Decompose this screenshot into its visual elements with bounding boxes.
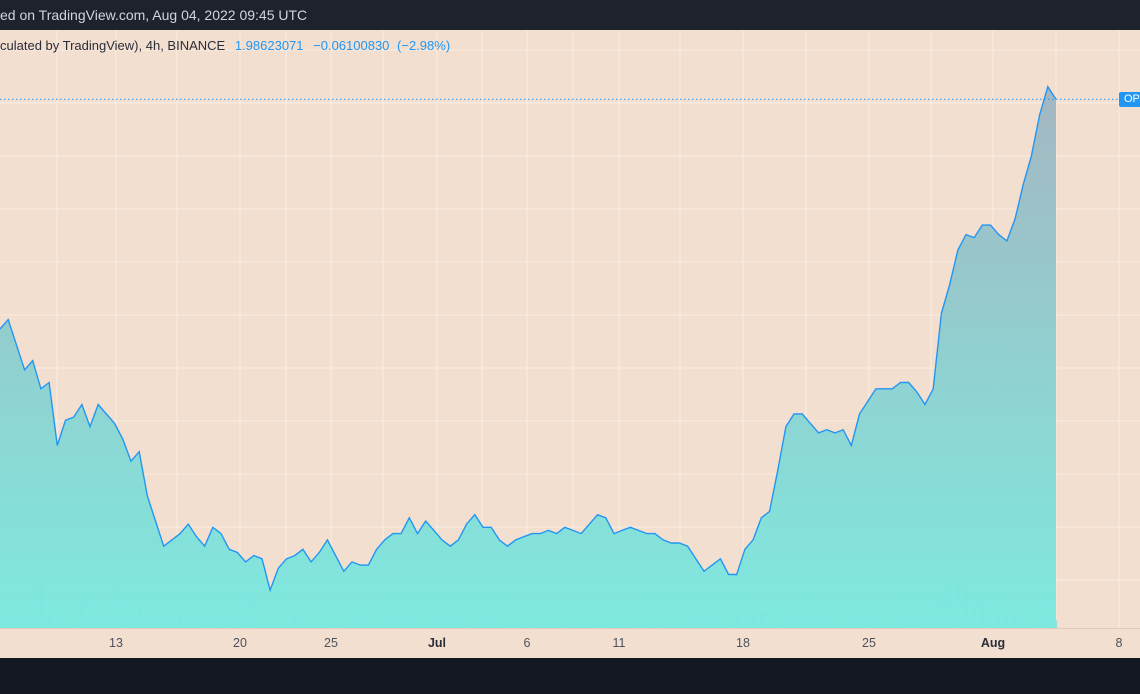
x-tick-label: 18 xyxy=(736,636,750,650)
x-tick-label: 8 xyxy=(1115,636,1123,650)
bottom-bar xyxy=(0,658,1140,694)
price-chart[interactable] xyxy=(0,30,1140,628)
published-caption: ed on TradingView.com, Aug 04, 2022 09:4… xyxy=(0,7,308,23)
x-tick-label: 6 xyxy=(523,636,531,650)
x-tick-label: 13 xyxy=(109,636,123,650)
symbol-description: culated by TradingView), 4h, BINANCE xyxy=(0,38,226,53)
price-change-value: −0.06100830 xyxy=(313,38,390,53)
x-tick-label: Aug xyxy=(980,636,1006,650)
x-tick-label: Jul xyxy=(427,636,447,650)
last-price-value: 1.98623071 xyxy=(234,38,304,53)
x-tick-label: 20 xyxy=(233,636,247,650)
top-bar: ed on TradingView.com, Aug 04, 2022 09:4… xyxy=(0,0,1140,30)
time-axis[interactable]: 13 20 25 Jul 6 11 18 25 Aug 8 xyxy=(0,628,1140,658)
x-tick-label: 11 xyxy=(612,636,626,650)
symbol-legend: culated by TradingView), 4h, BINANCE 1.9… xyxy=(0,38,450,53)
x-tick-label: 25 xyxy=(862,636,876,650)
price-change-percent: (−2.98%) xyxy=(397,38,451,53)
price-tag: OP xyxy=(1119,91,1140,107)
x-tick-label: 25 xyxy=(324,636,338,650)
